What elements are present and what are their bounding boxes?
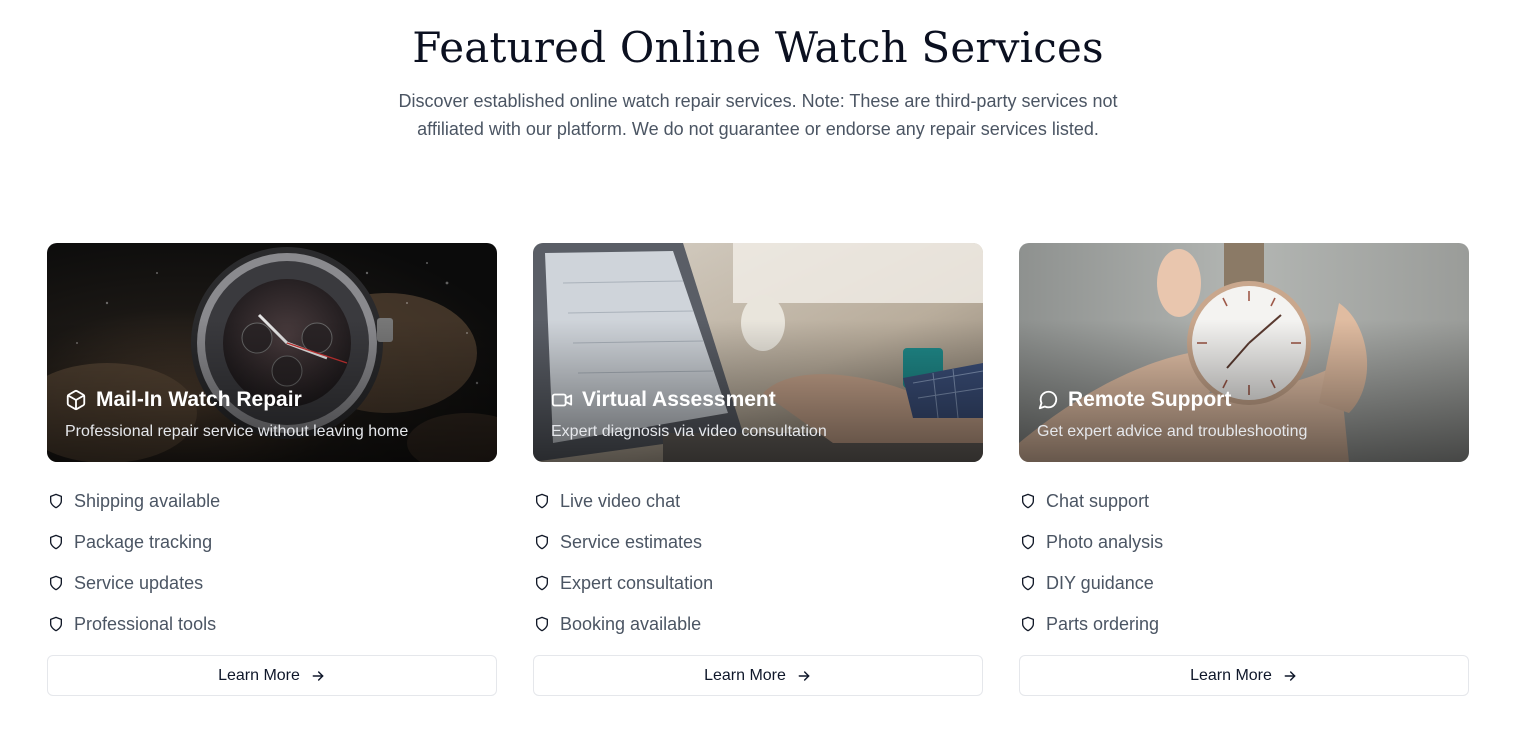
feature-list: Chat support Photo analysis DIY guidance… xyxy=(1019,490,1469,654)
feature-label: Professional tools xyxy=(74,614,217,634)
message-circle-icon xyxy=(1037,389,1059,411)
feature-item: Package tracking xyxy=(47,531,497,572)
feature-item: Live video chat xyxy=(533,490,983,531)
arrow-right-icon xyxy=(796,668,812,684)
service-card-title: Virtual Assessment xyxy=(582,388,776,411)
feature-label: Service updates xyxy=(74,573,204,593)
arrow-right-icon xyxy=(310,668,326,684)
service-card-image[interactable]: Mail-In Watch Repair Professional repair… xyxy=(47,243,497,462)
learn-more-label: Learn More xyxy=(704,666,786,684)
service-card-title: Remote Support xyxy=(1068,388,1232,411)
package-icon xyxy=(65,389,87,411)
shield-icon xyxy=(1020,533,1036,551)
service-cards: Mail-In Watch Repair Professional repair… xyxy=(47,243,1469,696)
feature-item: Chat support xyxy=(1019,490,1469,531)
shield-icon xyxy=(48,615,64,633)
learn-more-label: Learn More xyxy=(218,666,300,684)
service-card-title-row: Remote Support xyxy=(1037,386,1231,414)
feature-label: Shipping available xyxy=(74,491,221,511)
shield-icon xyxy=(534,574,550,592)
learn-more-button[interactable]: Learn More xyxy=(1019,655,1469,696)
feature-label: Live video chat xyxy=(560,491,681,511)
shield-icon xyxy=(1020,574,1036,592)
shield-icon xyxy=(534,615,550,633)
feature-item: Shipping available xyxy=(47,490,497,531)
learn-more-button[interactable]: Learn More xyxy=(533,655,983,696)
service-card-title: Mail-In Watch Repair xyxy=(96,388,302,411)
service-card-image[interactable]: Virtual Assessment Expert diagnosis via … xyxy=(533,243,983,462)
feature-item: DIY guidance xyxy=(1019,572,1469,613)
shield-icon xyxy=(534,492,550,510)
service-card-mail-in: Mail-In Watch Repair Professional repair… xyxy=(47,243,497,696)
arrow-right-icon xyxy=(1282,668,1298,684)
feature-item: Service estimates xyxy=(533,531,983,572)
shield-icon xyxy=(48,492,64,510)
feature-item: Service updates xyxy=(47,572,497,613)
shield-icon xyxy=(48,533,64,551)
feature-item: Parts ordering xyxy=(1019,613,1469,654)
feature-item: Expert consultation xyxy=(533,572,983,613)
learn-more-label: Learn More xyxy=(1190,666,1272,684)
feature-label: Expert consultation xyxy=(560,573,714,593)
shield-icon xyxy=(534,533,550,551)
feature-label: Service estimates xyxy=(560,532,703,552)
service-card-title-row: Mail-In Watch Repair xyxy=(65,386,302,414)
feature-list: Live video chat Service estimates Expert… xyxy=(533,490,983,654)
featured-services-section: Featured Online Watch Services Discover … xyxy=(0,0,1530,754)
service-card-subtitle: Expert diagnosis via video consultation xyxy=(551,423,827,440)
video-icon xyxy=(551,389,573,411)
feature-item: Professional tools xyxy=(47,613,497,654)
shield-icon xyxy=(48,574,64,592)
feature-item: Booking available xyxy=(533,613,983,654)
feature-list: Shipping available Package tracking Serv… xyxy=(47,490,497,654)
section-description: Discover established online watch repair… xyxy=(398,91,1118,139)
shield-icon xyxy=(1020,492,1036,510)
service-card-subtitle: Professional repair service without leav… xyxy=(65,423,409,440)
feature-label: Parts ordering xyxy=(1046,614,1160,634)
feature-label: Photo analysis xyxy=(1046,532,1164,552)
service-card-remote: Remote Support Get expert advice and tro… xyxy=(1019,243,1469,696)
feature-label: Chat support xyxy=(1046,491,1150,511)
service-card-subtitle: Get expert advice and troubleshooting xyxy=(1037,423,1308,440)
service-card-virtual: Virtual Assessment Expert diagnosis via … xyxy=(533,243,983,696)
shield-icon xyxy=(1020,615,1036,633)
feature-label: Package tracking xyxy=(74,532,213,552)
feature-label: DIY guidance xyxy=(1046,573,1154,593)
service-card-image[interactable]: Remote Support Get expert advice and tro… xyxy=(1019,243,1469,462)
service-card-title-row: Virtual Assessment xyxy=(551,386,776,414)
feature-label: Booking available xyxy=(560,614,702,634)
feature-item: Photo analysis xyxy=(1019,531,1469,572)
page-title: Featured Online Watch Services xyxy=(412,23,1104,72)
learn-more-button[interactable]: Learn More xyxy=(47,655,497,696)
